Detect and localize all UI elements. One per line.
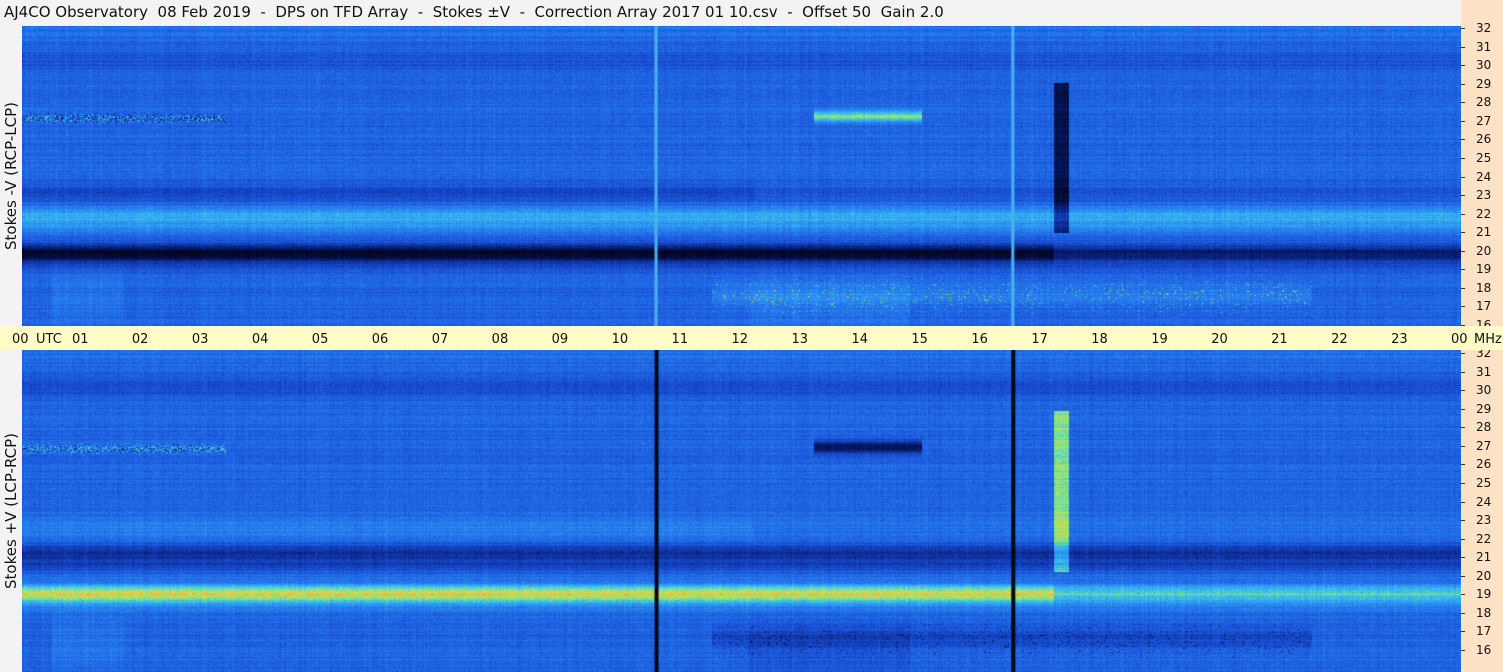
time-tick-label: 11 (671, 332, 689, 347)
freq-tick (1461, 269, 1465, 271)
freq-tick-label: 28 (1476, 95, 1492, 110)
time-tick-label: 00 (1451, 332, 1468, 347)
time-tick-label: 18 (1091, 332, 1108, 347)
freq-tick-label: 30 (1476, 58, 1492, 73)
time-tick-label: 15 (911, 332, 928, 347)
bottom-spectrogram (22, 350, 1461, 672)
freq-tick (1461, 65, 1465, 67)
freq-tick (1461, 157, 1465, 159)
time-tick-label: 02 (131, 332, 149, 347)
freq-tick-label: 21 (1476, 550, 1492, 565)
freq-tick-label: 26 (1476, 132, 1492, 147)
top-spectrogram-canvas (22, 26, 1461, 326)
freq-tick (1461, 631, 1465, 633)
freq-tick-label: 17 (1476, 299, 1492, 314)
freq-tick (1461, 120, 1465, 122)
freq-tick (1461, 464, 1465, 466)
time-tick-label: 17 (1031, 332, 1048, 347)
freq-tick-label: 27 (1476, 438, 1492, 453)
freq-tick-label: 22 (1476, 206, 1492, 221)
freq-tick-label: 24 (1476, 494, 1492, 509)
freq-tick (1461, 650, 1465, 651)
freq-tick (1461, 250, 1465, 252)
freq-tick (1461, 287, 1465, 289)
freq-tick (1461, 46, 1465, 48)
freq-tick-label: 26 (1476, 457, 1492, 472)
freq-tick (1461, 575, 1465, 577)
time-tick-label: 21 (1271, 332, 1288, 347)
freq-tick-label: 25 (1476, 475, 1492, 490)
freq-tick (1461, 176, 1465, 178)
freq-tick-label: 32 (1476, 21, 1492, 35)
freq-tick-label: 19 (1476, 587, 1492, 602)
freq-tick-label: 20 (1476, 243, 1492, 258)
freq-tick-label: 23 (1476, 513, 1492, 528)
freq-tick (1461, 232, 1465, 234)
freq-tick-label: 31 (1476, 364, 1492, 379)
time-tick-label: 04 (251, 332, 269, 347)
freq-tick-label: 25 (1476, 150, 1492, 165)
freq-tick (1461, 501, 1465, 503)
time-tick-label: 14 (851, 332, 868, 347)
freq-tick (1461, 28, 1465, 29)
time-tick-label: 05 (311, 332, 329, 347)
time-tick-label: 13 (791, 332, 809, 347)
freq-tick (1461, 353, 1465, 354)
freq-tick (1461, 195, 1465, 197)
freq-tick (1461, 427, 1465, 429)
top-spectrogram (22, 26, 1461, 326)
bottom-spectrogram-canvas (22, 350, 1461, 672)
freq-tick (1461, 139, 1465, 141)
freq-tick (1461, 408, 1465, 410)
freq-tick (1461, 213, 1465, 215)
freq-tick-label: 23 (1476, 188, 1492, 203)
freq-tick (1461, 612, 1465, 614)
freq-tick-label: 30 (1476, 383, 1492, 398)
freq-tick-label: 29 (1476, 401, 1492, 416)
freq-tick-label: 17 (1476, 624, 1492, 639)
bottom-y-axis-label: Stokes +V (LCP-RCP) (2, 433, 20, 589)
time-tick-label: 09 (551, 332, 569, 347)
time-tick-label: 20 (1211, 332, 1228, 347)
time-tick-label: UTC (36, 332, 62, 347)
freq-tick (1461, 520, 1465, 522)
freq-tick-label: 18 (1476, 605, 1492, 620)
chart-title: AJ4CO Observatory 08 Feb 2019 - DPS on T… (4, 3, 944, 21)
time-tick-label: 19 (1151, 332, 1168, 347)
time-tick-label: MHz (1474, 332, 1502, 347)
freq-tick-label: 27 (1476, 113, 1492, 128)
time-tick-label: 01 (71, 332, 89, 347)
freq-tick (1461, 306, 1465, 308)
freq-tick (1461, 83, 1465, 85)
freq-tick-label: 19 (1476, 262, 1492, 277)
freq-tick (1461, 594, 1465, 596)
freq-tick-label: 20 (1476, 568, 1492, 583)
freq-tick (1461, 445, 1465, 447)
freq-tick-label: 28 (1476, 420, 1492, 435)
freq-tick-label: 21 (1476, 225, 1492, 240)
freq-tick-label: 22 (1476, 531, 1492, 546)
freq-tick (1461, 557, 1465, 559)
freq-tick-label: 31 (1476, 39, 1492, 54)
time-tick-label: 23 (1391, 332, 1408, 347)
freq-tick (1461, 482, 1465, 484)
time-tick-label: 12 (731, 332, 749, 347)
freq-tick-label: 29 (1476, 76, 1492, 91)
time-tick-label: 16 (971, 332, 988, 347)
freq-tick-label: 24 (1476, 169, 1492, 184)
time-tick-label: 03 (191, 332, 209, 347)
time-tick-label: 10 (611, 332, 629, 347)
freq-tick (1461, 371, 1465, 373)
time-tick-label: 07 (431, 332, 449, 347)
time-tick-label: 00 (12, 332, 29, 347)
freq-tick (1461, 390, 1465, 392)
freq-tick-label: 16 (1476, 643, 1492, 657)
top-y-axis-label: Stokes -V (RCP-LCP) (2, 102, 20, 250)
freq-tick (1461, 102, 1465, 104)
time-tick-label: 08 (491, 332, 509, 347)
time-tick-label: 06 (371, 332, 389, 347)
freq-tick-label: 18 (1476, 280, 1492, 295)
freq-tick (1461, 538, 1465, 540)
time-tick-label: 22 (1331, 332, 1348, 347)
